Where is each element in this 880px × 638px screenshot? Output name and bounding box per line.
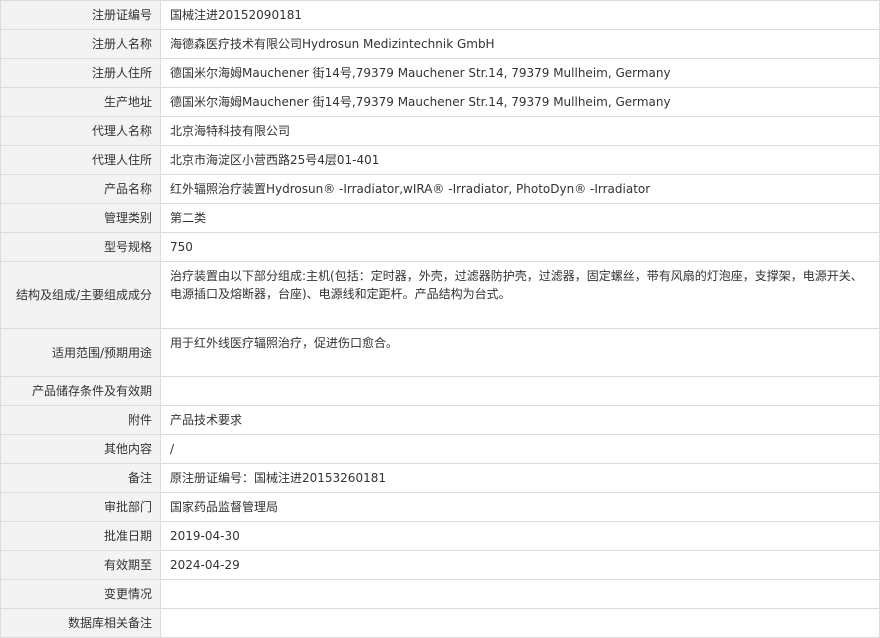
table-row-remark: 备注 原注册证编号：国械注进20153260181 (0, 463, 880, 493)
field-value: 德国米尔海姆Mauchener 街14号,79379 Mauchener Str… (160, 58, 880, 88)
field-value: 原注册证编号：国械注进20153260181 (160, 463, 880, 493)
table-row-db-remark: 数据库相关备注 (0, 608, 880, 638)
table-row-change: 变更情况 (0, 579, 880, 609)
field-value: 北京市海淀区小营西路25号4层01-401 (160, 145, 880, 175)
field-value: 海德森医疗技术有限公司Hydrosun Medizintechnik GmbH (160, 29, 880, 59)
field-value: 国家药品监督管理局 (160, 492, 880, 522)
field-value (160, 608, 880, 638)
field-value (160, 376, 880, 406)
table-row-management-category: 管理类别 第二类 (0, 203, 880, 233)
field-label: 生产地址 (0, 87, 161, 117)
field-value: 德国米尔海姆Mauchener 街14号,79379 Mauchener Str… (160, 87, 880, 117)
field-value: 2019-04-30 (160, 521, 880, 551)
table-row-approval-date: 批准日期 2019-04-30 (0, 521, 880, 551)
field-label: 备注 (0, 463, 161, 493)
field-label: 注册人住所 (0, 58, 161, 88)
field-label: 代理人住所 (0, 145, 161, 175)
table-row-production-address: 生产地址 德国米尔海姆Mauchener 街14号,79379 Mauchene… (0, 87, 880, 117)
table-row-other: 其他内容 / (0, 434, 880, 464)
field-label: 型号规格 (0, 232, 161, 262)
table-row-registrant-address: 注册人住所 德国米尔海姆Mauchener 街14号,79379 Mauchen… (0, 58, 880, 88)
field-label: 变更情况 (0, 579, 161, 609)
registration-detail-table: 注册证编号 国械注进20152090181 注册人名称 海德森医疗技术有限公司H… (0, 0, 880, 638)
field-label: 批准日期 (0, 521, 161, 551)
field-label: 产品储存条件及有效期 (0, 376, 161, 406)
field-value: 产品技术要求 (160, 405, 880, 435)
table-row-registrant-name: 注册人名称 海德森医疗技术有限公司Hydrosun Medizintechnik… (0, 29, 880, 59)
field-label: 审批部门 (0, 492, 161, 522)
table-row-valid-until: 有效期至 2024-04-29 (0, 550, 880, 580)
field-label: 产品名称 (0, 174, 161, 204)
field-label: 代理人名称 (0, 116, 161, 146)
table-row-agent-address: 代理人住所 北京市海淀区小营西路25号4层01-401 (0, 145, 880, 175)
field-label: 注册人名称 (0, 29, 161, 59)
table-row-storage: 产品储存条件及有效期 (0, 376, 880, 406)
table-row-reg-no: 注册证编号 国械注进20152090181 (0, 0, 880, 30)
table-row-attachment: 附件 产品技术要求 (0, 405, 880, 435)
table-row-agent-name: 代理人名称 北京海特科技有限公司 (0, 116, 880, 146)
table-row-structure: 结构及组成/主要组成成分 治疗装置由以下部分组成:主机(包括：定时器，外壳，过滤… (0, 261, 880, 329)
table-row-intended-use: 适用范围/预期用途 用于红外线医疗辐照治疗，促进伤口愈合。 (0, 328, 880, 377)
table-row-model-spec: 型号规格 750 (0, 232, 880, 262)
field-value: 750 (160, 232, 880, 262)
field-value: 用于红外线医疗辐照治疗，促进伤口愈合。 (160, 328, 880, 377)
field-value: 红外辐照治疗装置Hydrosun® -Irradiator,wIRA® -Irr… (160, 174, 880, 204)
field-label: 数据库相关备注 (0, 608, 161, 638)
field-value: 治疗装置由以下部分组成:主机(包括：定时器，外壳，过滤器防护壳，过滤器，固定螺丝… (160, 261, 880, 329)
field-value: 2024-04-29 (160, 550, 880, 580)
field-value: 国械注进20152090181 (160, 0, 880, 30)
field-label: 管理类别 (0, 203, 161, 233)
field-label: 附件 (0, 405, 161, 435)
field-value: 第二类 (160, 203, 880, 233)
field-value: / (160, 434, 880, 464)
field-label: 结构及组成/主要组成成分 (0, 261, 161, 329)
field-label: 适用范围/预期用途 (0, 328, 161, 377)
table-row-approval-dept: 审批部门 国家药品监督管理局 (0, 492, 880, 522)
field-label: 有效期至 (0, 550, 161, 580)
field-value (160, 579, 880, 609)
field-label: 其他内容 (0, 434, 161, 464)
field-value: 北京海特科技有限公司 (160, 116, 880, 146)
table-row-product-name: 产品名称 红外辐照治疗装置Hydrosun® -Irradiator,wIRA®… (0, 174, 880, 204)
field-label: 注册证编号 (0, 0, 161, 30)
